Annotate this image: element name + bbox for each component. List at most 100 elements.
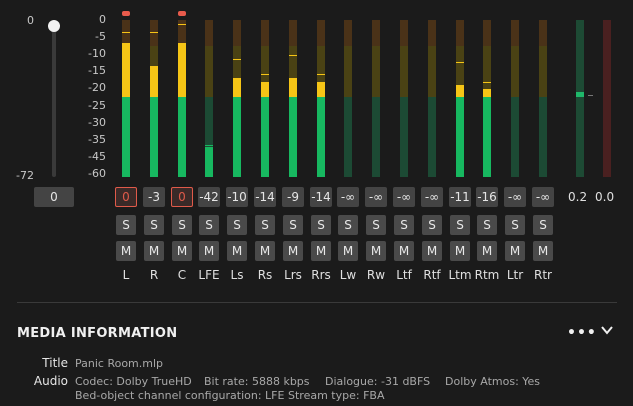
solo-button[interactable]: S	[227, 215, 247, 235]
solo-button[interactable]: S	[477, 215, 497, 235]
meter-scale-label: -5	[95, 30, 106, 44]
audio-stream-type: Stream type: FBA	[288, 389, 385, 402]
channel-label: Rrs	[311, 268, 331, 282]
mute-button[interactable]: M	[172, 241, 192, 261]
meter-background-segment	[428, 46, 436, 97]
channel-peak-value[interactable]: -∞	[504, 187, 526, 207]
meter-background-segment	[344, 46, 352, 97]
mute-button[interactable]: M	[477, 241, 497, 261]
solo-button[interactable]: S	[172, 215, 192, 235]
meter-background-segment	[261, 20, 269, 46]
channel-peak-value[interactable]: -10	[226, 187, 248, 207]
meter-background-segment	[511, 97, 519, 177]
master-fader-bottom-label: -72	[16, 169, 34, 182]
meter-level-yellow	[456, 85, 464, 97]
clip-indicator[interactable]	[122, 11, 130, 16]
meter-background-segment	[400, 97, 408, 177]
channel-meter	[317, 20, 325, 177]
channel-peak-value[interactable]: -16	[476, 187, 498, 207]
solo-button[interactable]: S	[116, 215, 136, 235]
solo-button[interactable]: S	[255, 215, 275, 235]
mute-button[interactable]: M	[394, 241, 414, 261]
meter-level-yellow	[178, 43, 186, 97]
meter-background-segment	[456, 20, 464, 46]
solo-button[interactable]: S	[366, 215, 386, 235]
audio-codec: Codec: Dolby TrueHD	[75, 375, 192, 388]
solo-button[interactable]: S	[422, 215, 442, 235]
channel-peak-value[interactable]: -∞	[532, 187, 554, 207]
mute-button[interactable]: M	[505, 241, 525, 261]
loudness-meter	[603, 20, 611, 177]
meter-scale-label: -10	[88, 47, 106, 61]
meter-background-segment	[428, 20, 436, 46]
mute-button[interactable]: M	[311, 241, 331, 261]
mute-button[interactable]: M	[144, 241, 164, 261]
mute-button[interactable]: M	[116, 241, 136, 261]
meter-peak-hold	[483, 81, 491, 83]
meter-level-yellow	[483, 89, 491, 97]
channel-label: Ltf	[396, 268, 412, 282]
audio-dialogue: Dialogue: -31 dBFS	[325, 375, 431, 388]
meter-peak-hold	[150, 31, 158, 33]
channel-peak-value[interactable]: 0	[171, 187, 193, 207]
meter-background-segment	[205, 46, 213, 97]
meter-scale-label: -60	[88, 166, 106, 180]
audio-bitrate: Bit rate: 5888 kbps	[204, 375, 310, 388]
meter-peak-hold	[233, 58, 241, 60]
channel-label: Ltr	[506, 268, 524, 282]
channel-peak-value[interactable]: -14	[310, 187, 332, 207]
channel-peak-value[interactable]: -14	[254, 187, 276, 207]
mute-button[interactable]: M	[366, 241, 386, 261]
channel-peak-value[interactable]: -11	[449, 187, 471, 207]
media-title-label: Title	[42, 356, 68, 370]
channel-label: Rtr	[534, 268, 552, 282]
chevron-down-icon[interactable]	[600, 323, 614, 341]
solo-button[interactable]: S	[394, 215, 414, 235]
channel-peak-value[interactable]: -9	[282, 187, 304, 207]
channel-label: Ltm	[448, 268, 472, 282]
master-fader-value[interactable]: 0	[34, 187, 74, 207]
master-fader-track[interactable]	[52, 27, 56, 177]
mute-button[interactable]: M	[422, 241, 442, 261]
audio-bed-config: Bed-object channel configuration: LFE	[75, 389, 285, 402]
more-horizontal-icon[interactable]: •••	[567, 325, 597, 341]
mute-button[interactable]: M	[227, 241, 247, 261]
meter-background-segment	[483, 20, 491, 46]
channel-label: Rw	[366, 268, 386, 282]
meter-background-segment	[150, 20, 158, 46]
channel-peak-value[interactable]: -42	[198, 187, 220, 207]
channel-meter	[205, 20, 213, 177]
solo-button[interactable]: S	[450, 215, 470, 235]
meter-level-green	[317, 97, 325, 177]
solo-button[interactable]: S	[505, 215, 525, 235]
solo-button[interactable]: S	[338, 215, 358, 235]
meter-background-segment	[511, 20, 519, 46]
clip-indicator[interactable]	[178, 11, 186, 16]
mute-button[interactable]: M	[450, 241, 470, 261]
solo-button[interactable]: S	[533, 215, 553, 235]
loudness-value: 0.2	[568, 190, 588, 204]
solo-button[interactable]: S	[283, 215, 303, 235]
solo-button[interactable]: S	[311, 215, 331, 235]
channel-peak-value[interactable]: -∞	[393, 187, 415, 207]
channel-peak-value[interactable]: -∞	[337, 187, 359, 207]
channel-peak-value[interactable]: -∞	[421, 187, 443, 207]
channel-meter	[150, 20, 158, 177]
channel-peak-value[interactable]: 0	[115, 187, 137, 207]
meter-background-segment	[205, 20, 213, 46]
meter-level-yellow	[261, 81, 269, 97]
meter-background-segment	[317, 20, 325, 46]
channel-peak-value[interactable]: -3	[143, 187, 165, 207]
mute-button[interactable]: M	[283, 241, 303, 261]
mute-button[interactable]: M	[199, 241, 219, 261]
master-fader-knob[interactable]	[48, 20, 60, 32]
mute-button[interactable]: M	[338, 241, 358, 261]
meter-level-yellow	[289, 77, 297, 97]
solo-button[interactable]: S	[199, 215, 219, 235]
mute-button[interactable]: M	[255, 241, 275, 261]
channel-peak-value[interactable]: -∞	[365, 187, 387, 207]
mute-button[interactable]: M	[533, 241, 553, 261]
solo-button[interactable]: S	[144, 215, 164, 235]
channel-meter	[400, 20, 408, 177]
channel-label: Ls	[230, 268, 244, 282]
